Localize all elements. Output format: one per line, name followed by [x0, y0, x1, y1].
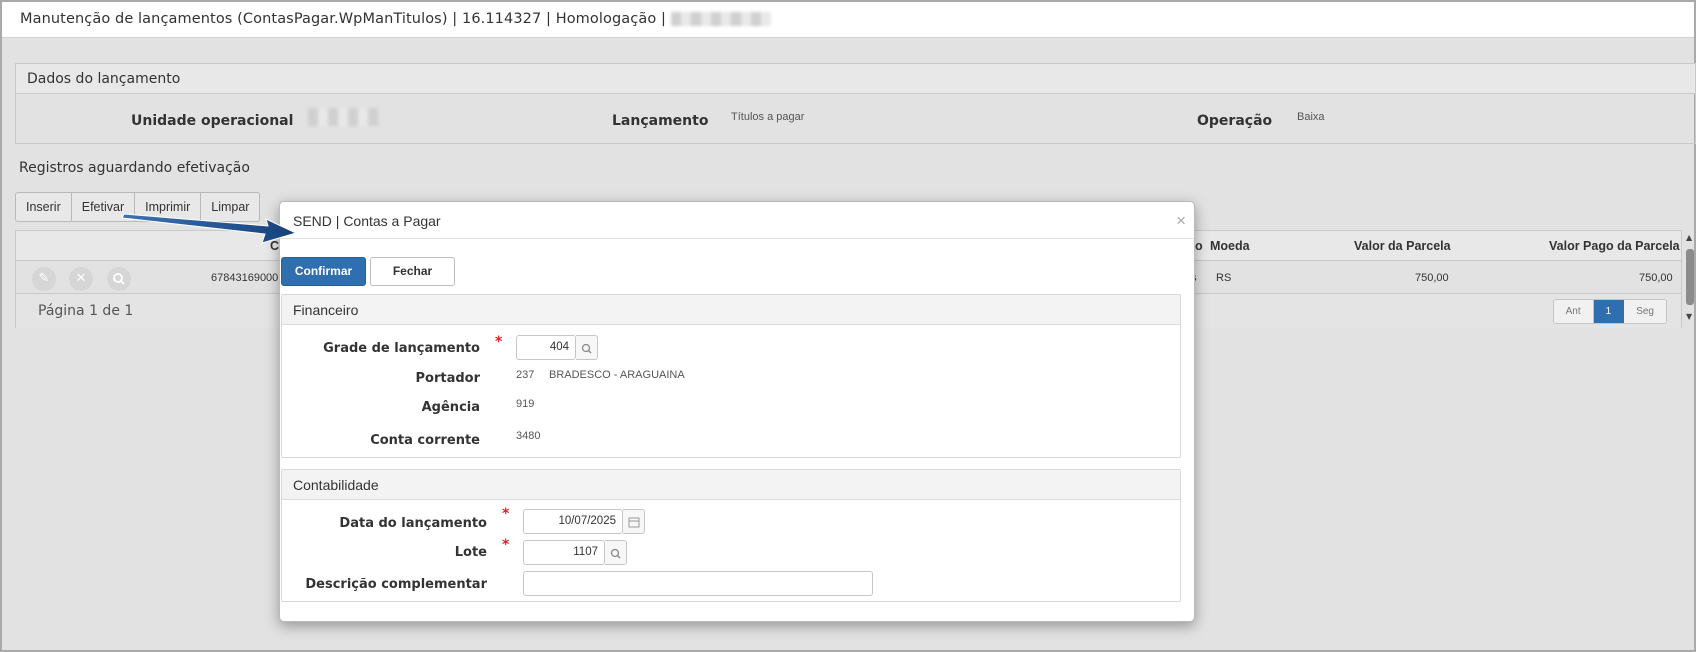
- lancamento-label: Lançamento: [612, 113, 709, 129]
- search-icon[interactable]: [107, 267, 131, 291]
- lote-input[interactable]: 1107: [523, 540, 605, 565]
- edit-icon[interactable]: ✎: [32, 267, 56, 291]
- data-required-mark: *: [502, 506, 510, 522]
- grid-scrollbar[interactable]: ▲ ▼: [1685, 233, 1695, 321]
- confirmar-button[interactable]: Confirmar: [281, 257, 366, 286]
- lancamento-value: Títulos a pagar: [731, 111, 805, 123]
- row-valor-pago: 750,00: [1639, 272, 1673, 284]
- descricao-label: Descrição complementar: [305, 577, 487, 592]
- row-moeda: RS: [1216, 272, 1232, 284]
- col-header-partial[interactable]: o: [1195, 239, 1203, 253]
- contabilidade-header: Contabilidade: [282, 470, 1180, 500]
- conta-label: Conta corrente: [370, 433, 480, 448]
- portador-label: Portador: [415, 371, 480, 386]
- data-lancamento-input[interactable]: 10/07/2025: [523, 509, 623, 534]
- descricao-input[interactable]: [523, 571, 873, 596]
- pager: Ant 1 Seg: [1552, 299, 1667, 324]
- grade-input[interactable]: 404: [516, 335, 576, 360]
- window-title: Manutenção de lançamentos (ContasPagar.W…: [20, 11, 666, 27]
- page-1-button[interactable]: 1: [1593, 300, 1625, 323]
- registros-title: Registros aguardando efetivação: [19, 160, 250, 176]
- operacao-label: Operação: [1197, 113, 1273, 129]
- redacted-environment: [670, 12, 771, 26]
- limpar-button[interactable]: Limpar: [201, 193, 259, 221]
- dados-header: Dados do lançamento: [16, 64, 1695, 94]
- dados-panel: Dados do lançamento: [15, 63, 1696, 144]
- data-lancamento-label: Data do lançamento: [339, 516, 487, 531]
- col-header-c[interactable]: C: [270, 239, 279, 253]
- close-icon[interactable]: ×: [1176, 211, 1186, 231]
- conta-value: 3480: [516, 430, 541, 442]
- inserir-button[interactable]: Inserir: [16, 193, 72, 221]
- unidade-label: Unidade operacional: [131, 113, 294, 129]
- lote-label: Lote: [454, 545, 487, 560]
- title-bar: Manutenção de lançamentos (ContasPagar.W…: [2, 2, 1694, 38]
- col-header-valor-parcela[interactable]: Valor da Parcela: [1354, 239, 1451, 253]
- next-page-button[interactable]: Seg: [1624, 300, 1666, 323]
- efetivar-button[interactable]: Efetivar: [72, 193, 136, 221]
- grade-required-mark: *: [495, 334, 503, 350]
- agencia-label: Agência: [421, 400, 480, 415]
- imprimir-button[interactable]: Imprimir: [135, 193, 202, 221]
- scroll-up-icon[interactable]: ▲: [1686, 233, 1692, 242]
- delete-icon[interactable]: ✕: [69, 267, 93, 291]
- scroll-thumb[interactable]: [1686, 249, 1694, 305]
- col-header-moeda[interactable]: Moeda: [1210, 239, 1250, 253]
- unidade-value-redacted: [308, 108, 378, 126]
- grade-search-button[interactable]: [576, 335, 598, 360]
- page-info: Página 1 de 1: [38, 303, 134, 319]
- fechar-button[interactable]: Fechar: [370, 257, 455, 286]
- agencia-value: 919: [516, 398, 535, 410]
- dialog-title: SEND | Contas a Pagar: [293, 213, 441, 229]
- row-valor-parcela: 750,00: [1415, 272, 1449, 284]
- scroll-down-icon[interactable]: ▼: [1686, 312, 1692, 321]
- grade-label: Grade de lançamento: [323, 341, 480, 356]
- contas-pagar-dialog: SEND | Contas a Pagar × Confirmar Fechar…: [279, 201, 1195, 622]
- dialog-divider: [280, 238, 1194, 239]
- portador-name: BRADESCO - ARAGUAINA: [549, 369, 685, 381]
- row-code: 678431690001: [211, 272, 285, 284]
- lote-required-mark: *: [502, 537, 510, 553]
- calendar-button[interactable]: [623, 509, 645, 534]
- col-header-valor-pago[interactable]: Valor Pago da Parcela: [1549, 239, 1680, 253]
- registros-toolbar: Inserir Efetivar Imprimir Limpar: [15, 192, 261, 222]
- lote-search-button[interactable]: [605, 540, 627, 565]
- operacao-value: Baixa: [1297, 111, 1325, 123]
- financeiro-header: Financeiro: [282, 295, 1180, 325]
- prev-page-button[interactable]: Ant: [1553, 300, 1594, 323]
- portador-code: 237: [516, 369, 535, 381]
